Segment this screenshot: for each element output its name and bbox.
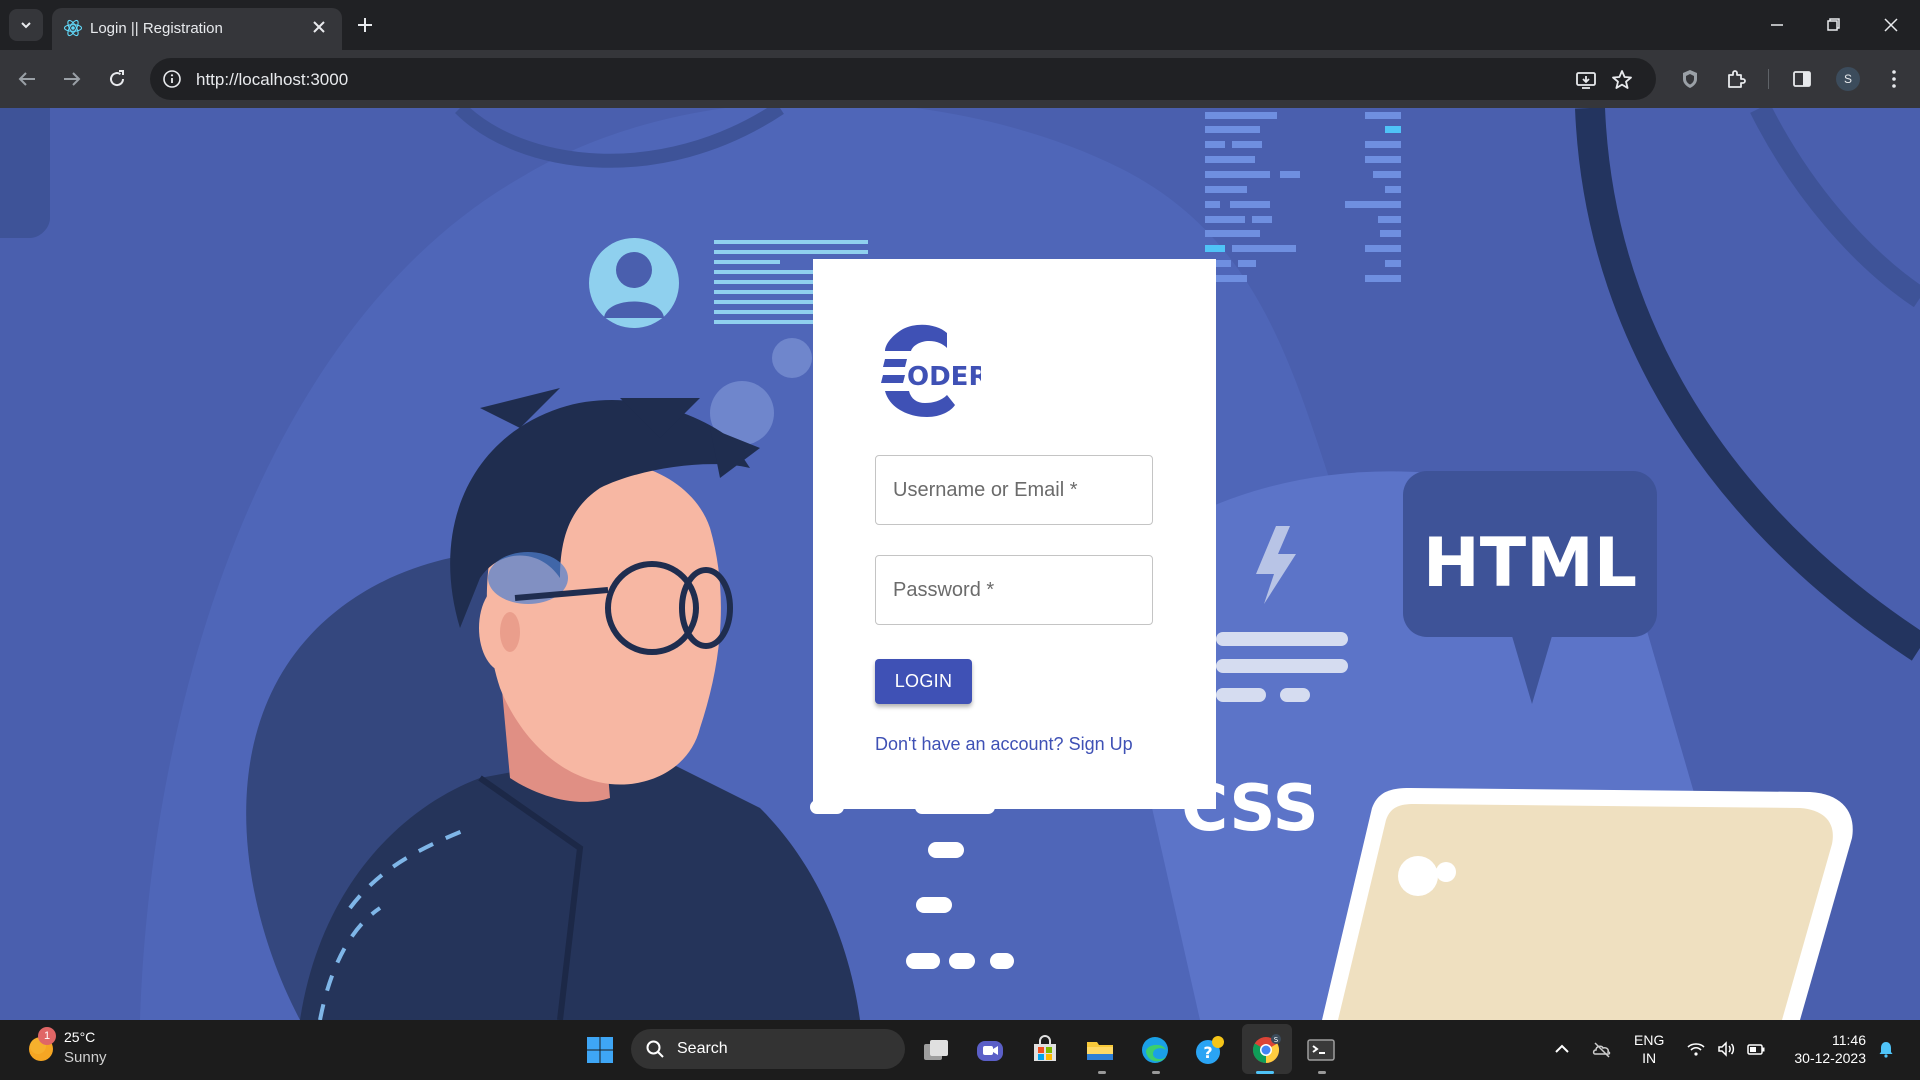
shield-extension-icon[interactable] bbox=[1678, 67, 1702, 91]
edge-browser-icon[interactable] bbox=[1139, 1034, 1171, 1066]
search-label: Search bbox=[677, 1040, 728, 1057]
battery-icon[interactable] bbox=[1746, 1039, 1766, 1059]
required-asterisk: * bbox=[1069, 479, 1078, 501]
terminal-icon[interactable] bbox=[1305, 1034, 1337, 1066]
signup-link[interactable]: Don't have an account? Sign Up bbox=[875, 734, 1133, 755]
forward-arrow-icon[interactable] bbox=[60, 67, 84, 91]
search-icon bbox=[646, 1040, 664, 1058]
url-text[interactable]: http://localhost:3000 bbox=[196, 70, 348, 90]
running-indicator bbox=[1152, 1071, 1160, 1074]
chevron-down-icon bbox=[21, 22, 31, 29]
running-indicator bbox=[1318, 1071, 1326, 1074]
close-icon[interactable] bbox=[310, 18, 328, 36]
clock-time: 11:46 bbox=[1832, 1032, 1866, 1048]
volume-icon[interactable] bbox=[1716, 1039, 1736, 1059]
windows-start-icon[interactable] bbox=[584, 1034, 616, 1066]
file-explorer-icon[interactable] bbox=[1084, 1034, 1116, 1066]
install-app-icon[interactable] bbox=[1574, 68, 1598, 92]
toolbar-separator bbox=[1768, 69, 1769, 89]
teams-meet-icon[interactable] bbox=[974, 1034, 1006, 1066]
react-icon bbox=[63, 19, 83, 37]
extensions-puzzle-icon[interactable] bbox=[1724, 67, 1748, 91]
weather-condition: Sunny bbox=[64, 1049, 107, 1066]
new-tab-plus-icon[interactable] bbox=[354, 14, 376, 36]
restore-icon[interactable] bbox=[1822, 14, 1844, 36]
active-indicator bbox=[1256, 1071, 1274, 1074]
browser-tab-bar: Login || Registration bbox=[0, 0, 1920, 50]
coder-logo: ODER bbox=[881, 324, 981, 417]
svg-text:?: ? bbox=[1203, 1043, 1212, 1062]
chrome-profile-badge: S bbox=[1274, 1036, 1279, 1044]
login-card: ODER Username or Email * Password * LOGI… bbox=[813, 259, 1216, 809]
chevron-up-icon[interactable] bbox=[1552, 1039, 1572, 1059]
language-indicator[interactable]: ENG IN bbox=[1634, 1031, 1664, 1067]
browser-toolbar: http://localhost:3000 S bbox=[0, 50, 1920, 108]
html-word: HTML bbox=[1423, 524, 1637, 603]
tab-title: Login || Registration bbox=[90, 20, 223, 37]
wifi-icon[interactable] bbox=[1686, 1039, 1706, 1059]
more-menu-icon[interactable] bbox=[1882, 67, 1906, 91]
help-icon[interactable]: ? bbox=[1194, 1034, 1226, 1066]
taskbar-search-box[interactable]: Search bbox=[631, 1029, 905, 1069]
chrome-icon[interactable]: S bbox=[1250, 1034, 1282, 1066]
onedrive-offline-icon[interactable] bbox=[1592, 1039, 1612, 1059]
bookmark-star-icon[interactable] bbox=[1610, 68, 1634, 92]
taskbar: 1 25°C Sunny Search ? S ENG IN 11:46 30-… bbox=[0, 1020, 1920, 1080]
address-bar[interactable]: http://localhost:3000 bbox=[150, 58, 1656, 100]
logo-text: ODER bbox=[907, 362, 981, 392]
clock-date: 30-12-2023 bbox=[1794, 1050, 1866, 1066]
weather-notification-badge: 1 bbox=[38, 1027, 56, 1045]
page-viewport: HTML CSS ODER Username or Email * Passwo… bbox=[0, 108, 1920, 1020]
profile-avatar[interactable]: S bbox=[1836, 67, 1860, 91]
back-arrow-icon[interactable] bbox=[15, 67, 39, 91]
notification-bell-icon[interactable] bbox=[1876, 1039, 1896, 1059]
password-label: Password * bbox=[893, 579, 995, 601]
task-view-icon[interactable] bbox=[920, 1034, 952, 1066]
running-indicator bbox=[1098, 1071, 1106, 1074]
login-button[interactable]: LOGIN bbox=[875, 659, 972, 704]
microsoft-store-icon[interactable] bbox=[1029, 1034, 1061, 1066]
required-asterisk: * bbox=[986, 579, 995, 601]
tab-search-button[interactable] bbox=[9, 9, 43, 41]
reload-icon[interactable] bbox=[105, 67, 129, 91]
username-email-input[interactable]: Username or Email * bbox=[875, 455, 1153, 525]
browser-tab[interactable]: Login || Registration bbox=[52, 8, 342, 50]
clock[interactable]: 11:46 30-12-2023 bbox=[1786, 1031, 1866, 1067]
minimize-icon[interactable] bbox=[1766, 14, 1788, 36]
password-input[interactable]: Password * bbox=[875, 555, 1153, 625]
username-email-label: Username or Email * bbox=[893, 479, 1078, 501]
weather-temperature: 25°C bbox=[64, 1029, 96, 1045]
window-close-icon[interactable] bbox=[1880, 14, 1902, 36]
info-icon[interactable] bbox=[162, 69, 182, 89]
side-panel-icon[interactable] bbox=[1790, 67, 1814, 91]
